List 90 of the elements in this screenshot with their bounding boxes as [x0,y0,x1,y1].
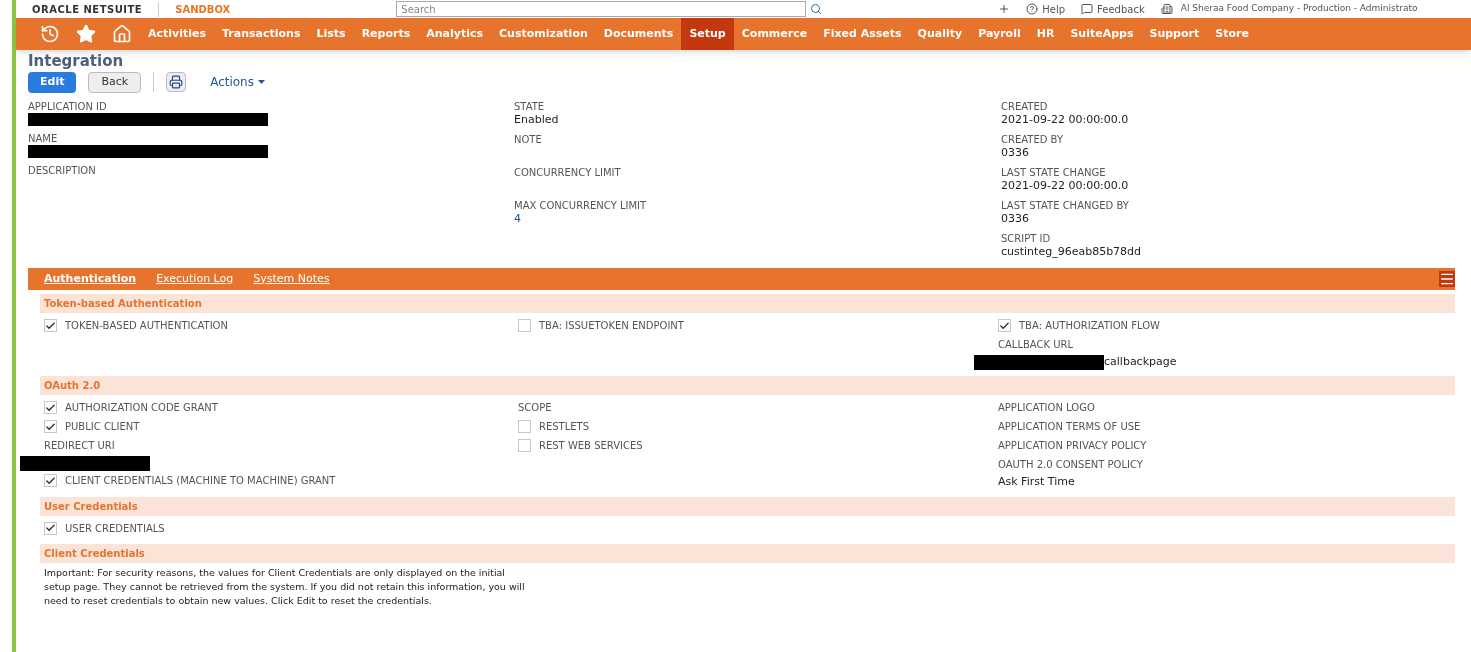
field-value: Enabled [514,113,560,127]
field-label: MAX CONCURRENCY LIMIT [514,199,648,212]
field-label: CREATED [1001,100,1049,113]
tab[interactable]: System Notes [245,270,338,288]
field-label: REDIRECT URI [44,439,116,453]
field-value: 2021-09-22 00:00:00.0 [1001,179,1130,193]
actions-menu[interactable]: Actions [210,73,265,91]
checkbox-label: RESTLETS [539,420,590,434]
field-label: OAUTH 2.0 CONSENT POLICY [998,458,1144,472]
print-button[interactable] [166,72,187,92]
caret-icon [258,80,265,84]
field-label: DESCRIPTION [28,164,97,177]
section-header: User Credentials [40,496,1455,516]
help-icon[interactable] [1026,3,1039,15]
home-icon[interactable] [112,24,132,44]
history-icon[interactable] [40,24,60,44]
nav-item[interactable]: Store [1207,18,1257,50]
back-button[interactable]: Back [88,71,142,93]
field-value: callbackpage [1104,353,1177,370]
nav-item[interactable]: Documents [595,18,682,50]
checkbox-label: CLIENT CREDENTIALS (MACHINE TO MACHINE) GRANT [65,474,336,488]
checkbox-label: TBA: AUTHORIZATION FLOW [1019,319,1160,333]
field-label: CONCURRENCY LIMIT [514,166,622,179]
page-title: Integration [28,52,125,70]
field-label: CALLBACK URL [998,338,1075,352]
checkbox[interactable] [44,420,57,433]
field-label: APPLICATION TERMS OF USE [998,420,1142,434]
nav-item[interactable]: Setup [681,18,734,50]
field-label: CREATED BY [1001,133,1065,146]
search-icon[interactable] [810,3,823,15]
field-value: 0336 [1001,212,1030,226]
tab[interactable]: Authentication [36,270,145,288]
nav-item[interactable]: SuiteApps [1062,18,1142,50]
field-value: custinteg_96eab85b78dd [1001,245,1143,259]
create-icon[interactable] [998,3,1011,15]
checkbox-label: PUBLIC CLIENT [65,420,140,434]
nav-item[interactable]: Quality [909,18,971,50]
field-label: APPLICATION ID [28,100,108,113]
section-header: Client Credentials [40,543,1455,563]
nav-item[interactable]: Analytics [418,18,492,50]
checkbox-label: TOKEN-BASED AUTHENTICATION [65,319,228,333]
environment-label: SANDBOX [158,1,231,17]
checkbox-label: TBA: ISSUETOKEN ENDPOINT [539,319,684,333]
nav-item[interactable]: Activities [140,18,215,50]
checkbox[interactable] [44,521,57,535]
nav-item[interactable]: Fixed Assets [815,18,910,50]
account-name[interactable]: Al Sheraa Food Company - Production - Administrato [1180,2,1418,16]
field-value: 0336 [1001,146,1030,160]
section-header: OAuth 2.0 [40,376,1455,395]
field-value: 2021-09-22 00:00:00.0 [1001,113,1130,127]
field-label: SCRIPT ID [1001,232,1052,245]
info-paragraph: Important: For security reasons, the values for Client Credentials are only displayed on the initial setup page. They cannot be retrieved from the system. If you did not retain this information, you will need to reset credentials to obtain new values. Click Edit to reset the credentials. [44,565,526,608]
nav-item[interactable]: Customization [491,18,596,50]
checkbox[interactable] [518,319,531,332]
field-label: APPLICATION LOGO [998,401,1096,415]
star-icon[interactable] [76,24,96,44]
edit-button[interactable]: Edit [28,71,77,93]
checkbox[interactable] [518,439,531,452]
field-label: STATE [514,100,546,113]
checkbox[interactable] [44,319,57,332]
nav-item[interactable]: Payroll [970,18,1029,50]
search-field[interactable]: Search [396,1,807,17]
checkbox[interactable] [44,474,57,487]
nav-item[interactable]: Reports [353,18,419,50]
nav-item[interactable]: Commerce [733,18,816,50]
field-link[interactable]: 4 [514,212,1001,226]
field-label: LAST STATE CHANGE [1001,166,1107,179]
nav-item[interactable]: Support [1141,18,1208,50]
nav-item[interactable]: Transactions [214,18,309,50]
help-link[interactable]: Help [1042,1,1066,17]
feedback-link[interactable]: Feedback [1097,1,1145,17]
checkbox[interactable] [44,401,57,414]
feedback-icon[interactable] [1081,3,1094,15]
checkbox-label: AUTHORIZATION CODE GRANT [65,401,218,415]
field-label: SCOPE [518,401,553,415]
nav-item[interactable]: HR [1028,18,1063,50]
checkbox-label: REST WEB SERVICES [539,439,643,453]
nav-item[interactable]: Lists [308,18,354,50]
field-label: APPLICATION PRIVACY POLICY [998,439,1148,453]
field-value: Ask First Time [998,474,1076,490]
tab[interactable]: Execution Log [148,270,242,288]
checkbox[interactable] [518,420,531,433]
menu-icon[interactable] [1439,271,1455,287]
field-label: NAME [28,132,59,145]
logo-text: ORACLE NETSUITE [32,2,143,17]
checkbox-label: USER CREDENTIALS [65,521,165,536]
field-label: LAST STATE CHANGED BY [1001,199,1130,212]
checkbox[interactable] [998,319,1011,332]
field-label: NOTE [514,133,543,146]
section-header: Token-based Authentication [40,294,1455,313]
